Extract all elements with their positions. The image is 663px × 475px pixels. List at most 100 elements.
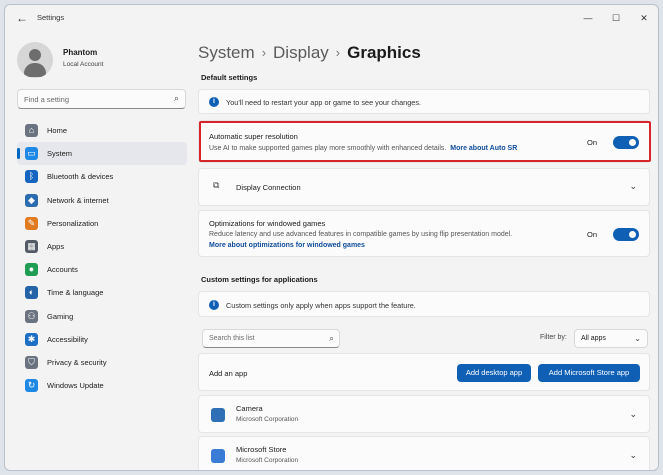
display-connection-row[interactable]: ⧉ Display Connection ⌄	[198, 168, 650, 206]
chevron-down-icon[interactable]: ⌄	[629, 450, 637, 461]
app-row-camera[interactable]: Camera Microsoft Corporation ⌄	[198, 395, 650, 433]
monitor-icon: ▭	[25, 147, 38, 161]
sidebar-item-windows-update[interactable]: ↻ Windows Update	[17, 374, 187, 397]
restart-notice-card: i You'll need to restart your app or gam…	[198, 89, 650, 114]
sidebar-item-label: Windows Update	[47, 381, 104, 391]
app-row-microsoft-store[interactable]: Microsoft Store Microsoft Corporation ⌄	[198, 436, 650, 470]
add-desktop-app-button[interactable]: Add desktop app	[457, 364, 531, 382]
sidebar-item-privacy-security[interactable]: ⛉ Privacy & security	[17, 351, 187, 374]
info-icon: i	[209, 300, 219, 310]
store-app-icon	[211, 449, 225, 463]
auto-sr-title: Automatic super resolution	[209, 132, 298, 141]
sidebar-item-label: Time & language	[47, 288, 104, 298]
window-controls: — ☐ ✕	[574, 5, 658, 31]
sidebar-item-label: Accounts	[47, 265, 78, 275]
app-title: Settings	[37, 13, 65, 22]
update-icon: ↻	[25, 379, 38, 393]
accessibility-icon: ✱	[25, 332, 38, 346]
windowed-games-description: Reduce latency and use advanced features…	[209, 231, 513, 238]
find-setting-input[interactable]: Find a setting ⌕	[17, 89, 186, 109]
windowed-games-toggle-group: On	[587, 228, 639, 242]
breadcrumb-display[interactable]: Display	[273, 43, 329, 62]
app-publisher: Microsoft Corporation	[236, 416, 299, 423]
auto-sr-toggle-state: On	[587, 138, 598, 147]
brush-icon: ✎	[25, 216, 38, 230]
auto-sr-card: Automatic super resolution Use AI to mak…	[198, 120, 650, 163]
account-icon: ●	[25, 263, 38, 277]
profile-account-type: Local Account	[63, 61, 104, 68]
custom-notice-card: i Custom settings only apply when apps s…	[198, 291, 650, 317]
sidebar-item-label: Accessibility	[47, 334, 88, 344]
search-list-input[interactable]: Search this list ⌕	[202, 329, 340, 348]
sidebar-item-apps[interactable]: ▦ Apps	[17, 235, 187, 258]
search-list-placeholder: Search this list	[209, 335, 255, 342]
settings-window: ← Settings — ☐ ✕ Phantom Local Account F…	[4, 4, 659, 471]
gamepad-icon: ⚇	[25, 309, 38, 323]
page-title: Graphics	[347, 43, 421, 62]
chevron-down-icon: ⌄	[634, 334, 641, 343]
display-connection-title: Display Connection	[236, 183, 301, 192]
add-app-label: Add an app	[209, 369, 248, 378]
app-name: Microsoft Store	[236, 445, 287, 454]
breadcrumb-system[interactable]: System	[198, 43, 255, 62]
back-arrow-icon[interactable]: ←	[13, 10, 31, 26]
app-publisher: Microsoft Corporation	[236, 457, 299, 464]
auto-sr-desc-text: Use AI to make supported games play more…	[209, 145, 447, 152]
close-button[interactable]: ✕	[630, 5, 658, 31]
sidebar-item-label: Network & internet	[47, 195, 109, 205]
sidebar-item-label: Gaming	[47, 311, 74, 321]
custom-settings-heading: Custom settings for applications	[201, 275, 318, 284]
user-profile[interactable]: Phantom Local Account	[17, 42, 197, 78]
sidebar-item-label: Home	[47, 126, 68, 135]
home-icon: ⌂	[25, 124, 38, 137]
sidebar-nav: ⌂ Home ▭ System ᛒ Bluetooth & devices ◆ …	[17, 119, 187, 397]
windowed-games-learn-more-link[interactable]: More about optimizations for windowed ga…	[209, 242, 365, 249]
sidebar-item-label: Personalization	[47, 218, 99, 228]
avatar	[17, 42, 53, 78]
restart-notice-text: You'll need to restart your app or game …	[226, 98, 422, 107]
profile-name: Phantom	[63, 48, 98, 57]
chevron-down-icon[interactable]: ⌄	[629, 181, 637, 192]
windowed-games-title: Optimizations for windowed games	[209, 219, 326, 228]
sidebar-item-system[interactable]: ▭ System	[17, 142, 187, 166]
breadcrumb-separator: ›	[335, 45, 341, 60]
shield-icon: ⛉	[25, 355, 38, 369]
search-icon: ⌕	[173, 93, 179, 103]
sidebar-item-accounts[interactable]: ● Accounts	[17, 258, 187, 281]
globe-icon: ◐	[25, 286, 38, 300]
windowed-games-card: Optimizations for windowed games Reduce …	[198, 210, 650, 257]
auto-sr-learn-more-link[interactable]: More about Auto SR	[450, 145, 517, 152]
sidebar-item-network[interactable]: ◆ Network & internet	[17, 189, 187, 212]
sidebar-item-home[interactable]: ⌂ Home	[17, 119, 187, 142]
custom-notice-text: Custom settings only apply when apps sup…	[226, 301, 416, 310]
default-settings-heading: Default settings	[201, 73, 258, 82]
sidebar-item-gaming[interactable]: ⚇ Gaming	[17, 305, 187, 328]
sidebar-item-time-language[interactable]: ◐ Time & language	[17, 281, 187, 304]
sidebar-item-accessibility[interactable]: ✱ Accessibility	[17, 328, 187, 351]
sidebar-item-label: Privacy & security	[47, 357, 107, 367]
search-icon: ⌕	[329, 333, 334, 343]
info-icon: i	[209, 97, 219, 107]
windowed-games-toggle-state: On	[587, 230, 598, 239]
wifi-icon: ◆	[25, 193, 38, 207]
add-app-card: Add an app Add desktop app Add Microsoft…	[198, 353, 650, 391]
windowed-games-toggle[interactable]	[613, 228, 639, 241]
maximize-button[interactable]: ☐	[602, 5, 630, 31]
breadcrumb-separator: ›	[261, 45, 267, 60]
app-name: Camera	[236, 404, 263, 413]
bluetooth-icon: ᛒ	[25, 170, 38, 184]
filter-label: Filter by:	[540, 334, 567, 341]
display-icon: ⧉	[213, 180, 220, 190]
camera-app-icon	[211, 408, 225, 422]
sidebar-item-label: Bluetooth & devices	[47, 172, 114, 182]
sidebar-item-personalization[interactable]: ✎ Personalization	[17, 212, 187, 235]
auto-sr-description: Use AI to make supported games play more…	[209, 145, 517, 152]
title-bar: ← Settings — ☐ ✕	[5, 5, 658, 31]
sidebar-item-bluetooth[interactable]: ᛒ Bluetooth & devices	[17, 165, 187, 188]
auto-sr-toggle[interactable]	[613, 136, 639, 149]
search-placeholder: Find a setting	[24, 95, 70, 104]
add-store-app-button[interactable]: Add Microsoft Store app	[538, 364, 640, 382]
minimize-button[interactable]: —	[574, 5, 602, 31]
chevron-down-icon[interactable]: ⌄	[629, 409, 637, 420]
filter-dropdown[interactable]: All apps ⌄	[574, 329, 648, 348]
